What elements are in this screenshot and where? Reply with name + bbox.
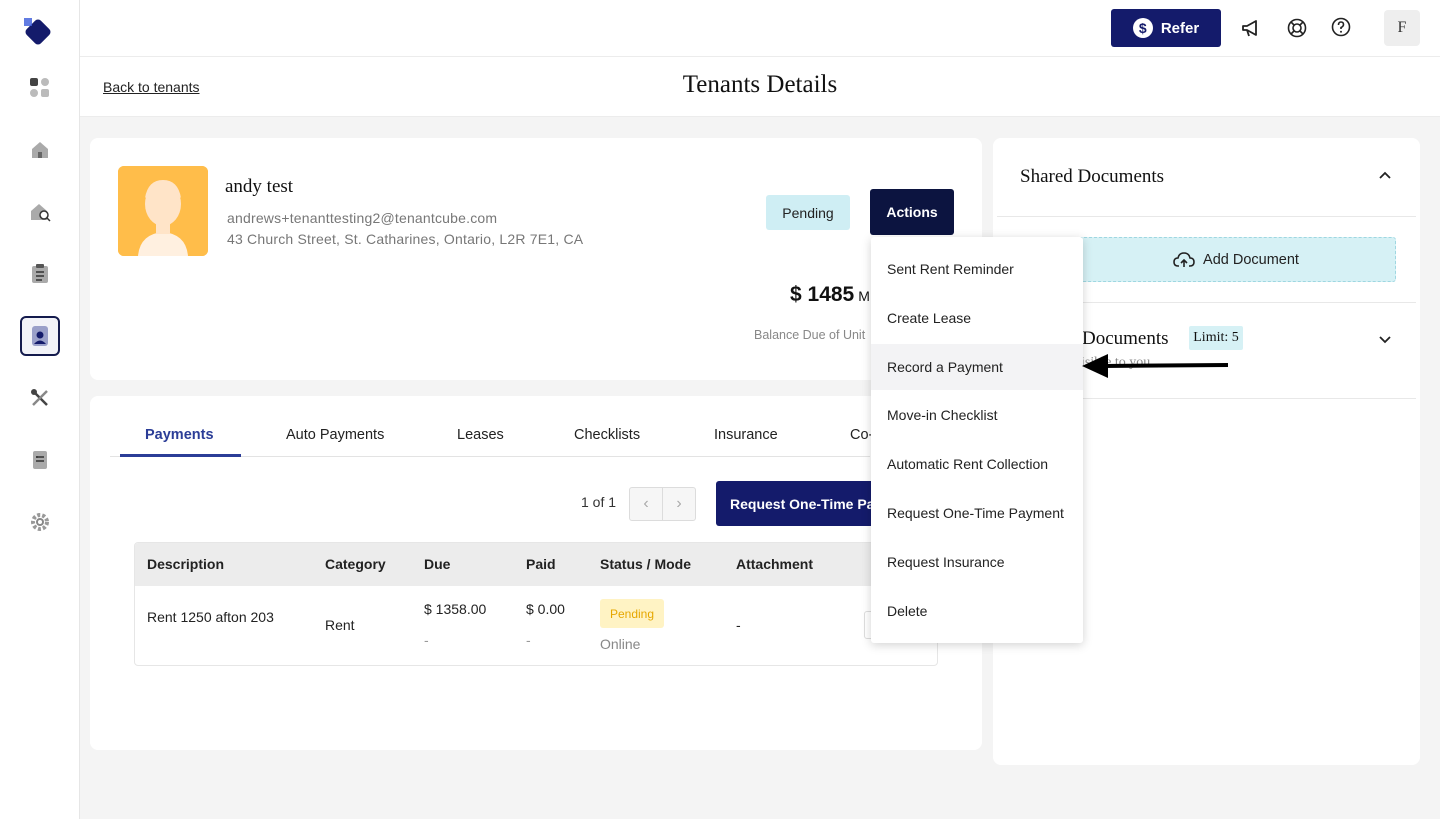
payments-table: Description Category Due Paid Status / M… (134, 542, 938, 666)
menu-item-sent-rent-reminder[interactable]: Sent Rent Reminder (871, 246, 1083, 292)
row-due: $ 1358.00 (424, 601, 487, 617)
pagination-text: 1 of 1 (581, 494, 617, 510)
app-logo[interactable] (22, 16, 54, 48)
col-attachment: Attachment (736, 556, 814, 572)
menu-item-request-one-time-payment[interactable]: Request One-Time Payment (871, 490, 1083, 536)
tools-icon (31, 389, 48, 406)
shared-documents-title: Shared Documents (1020, 166, 1165, 187)
row-category: Rent (325, 617, 355, 633)
payments-card: Payments Auto Payments Leases Checklists… (90, 396, 982, 750)
chevron-up-icon[interactable] (1377, 168, 1393, 184)
row-description: Rent 1250 afton 203 (147, 609, 274, 625)
menu-item-delete[interactable]: Delete (871, 588, 1083, 634)
tenant-avatar (118, 166, 208, 256)
request-one-time-payment-button[interactable]: Request One-Time Payment (716, 481, 886, 526)
tenant-tabs: Payments Auto Payments Leases Checklists… (110, 416, 873, 457)
tenant-summary-card: andy test andrews+tenanttesting2@tenantc… (90, 138, 982, 380)
page-title: Tenants Details (682, 71, 838, 98)
home-icon (32, 142, 48, 158)
page-header: Tenants Details Back to tenants (80, 57, 1440, 117)
tab-payments[interactable]: Payments (145, 427, 214, 443)
balance-value: $ 1485 (790, 283, 855, 306)
sidebar-item-accounting[interactable] (20, 440, 60, 480)
sidebar-item-applications[interactable] (20, 254, 60, 294)
home-search-icon (31, 204, 51, 222)
col-description: Description (147, 556, 225, 572)
divider (997, 216, 1416, 217)
help-icon[interactable] (1329, 15, 1353, 39)
tenant-status-badge: Pending (766, 195, 850, 230)
row-mode: Online (600, 636, 641, 652)
sidebar-item-properties[interactable] (20, 130, 60, 170)
megaphone-icon[interactable] (1239, 16, 1263, 40)
clipboard-icon (32, 264, 48, 283)
col-paid: Paid (526, 556, 556, 572)
ledger-icon (33, 451, 47, 469)
gear-icon (31, 513, 49, 531)
user-avatar[interactable]: F (1384, 10, 1420, 46)
row-due-sub: - (424, 632, 429, 648)
col-due: Due (424, 556, 451, 572)
tenant-name: andy test (225, 176, 294, 197)
limit-badge: Limit: 5 (1189, 326, 1243, 350)
menu-item-record-payment[interactable]: Record a Payment (871, 344, 1083, 390)
sidebar-item-tenants[interactable] (20, 316, 60, 356)
sidebar-item-listings[interactable] (20, 192, 60, 232)
refer-label: Refer (1160, 19, 1200, 37)
col-category: Category (325, 556, 386, 572)
row-status-badge: Pending (600, 599, 664, 628)
row-paid-sub: - (526, 632, 531, 648)
active-tab-indicator (120, 454, 241, 457)
tenant-email: andrews+tenanttesting2@tenantcube.com (227, 210, 498, 226)
actions-menu: Sent Rent Reminder Create Lease Record a… (871, 237, 1083, 643)
balance-amount: $ 1485 M (790, 283, 870, 307)
sidebar-item-settings[interactable] (20, 502, 60, 542)
cloud-upload-icon (1173, 251, 1195, 267)
next-page-button[interactable]: › (663, 488, 695, 520)
col-status-mode: Status / Mode (600, 556, 692, 572)
chevron-down-icon[interactable] (1377, 331, 1393, 347)
tab-insurance[interactable]: Insurance (714, 427, 778, 443)
annotation-arrow-icon (1082, 354, 1229, 378)
sidebar-item-maintenance[interactable] (20, 378, 60, 418)
menu-item-request-insurance[interactable]: Request Insurance (871, 539, 1083, 585)
lifebuoy-icon[interactable] (1285, 16, 1309, 40)
menu-item-move-in-checklist[interactable]: Move-in Checklist (871, 392, 1083, 438)
actions-button[interactable]: Actions (870, 189, 954, 235)
refer-button[interactable]: $ Refer (1111, 9, 1221, 47)
menu-item-create-lease[interactable]: Create Lease (871, 295, 1083, 341)
menu-item-automatic-rent-collection[interactable]: Automatic Rent Collection (871, 441, 1083, 487)
tenant-icon (32, 326, 48, 346)
my-documents-title: Documents (1082, 328, 1169, 349)
table-header: Description Category Due Paid Status / M… (135, 543, 937, 586)
pagination-controls: ‹ › (629, 487, 696, 521)
tab-leases[interactable]: Leases (457, 427, 504, 443)
tab-co-tenants[interactable]: Co- (850, 427, 873, 443)
add-document-label: Add Document (1203, 251, 1299, 268)
row-attachment: - (736, 617, 741, 633)
sidebar-item-dashboard[interactable] (20, 68, 60, 108)
grid-icon (30, 78, 49, 97)
prev-page-button[interactable]: ‹ (630, 488, 663, 520)
balance-suffix: M (858, 288, 870, 304)
row-paid: $ 0.00 (526, 601, 565, 617)
tab-auto-payments[interactable]: Auto Payments (286, 427, 384, 443)
sidebar (0, 0, 80, 819)
add-document-button[interactable]: Add Document (1076, 237, 1396, 282)
topbar: $ Refer F (80, 0, 1440, 57)
dollar-icon: $ (1132, 18, 1153, 38)
back-to-tenants-link[interactable]: Back to tenants (103, 79, 200, 95)
tab-checklists[interactable]: Checklists (574, 427, 640, 443)
tenant-address: 43 Church Street, St. Catharines, Ontari… (227, 231, 584, 247)
balance-label: Balance Due of Unit (754, 328, 866, 342)
